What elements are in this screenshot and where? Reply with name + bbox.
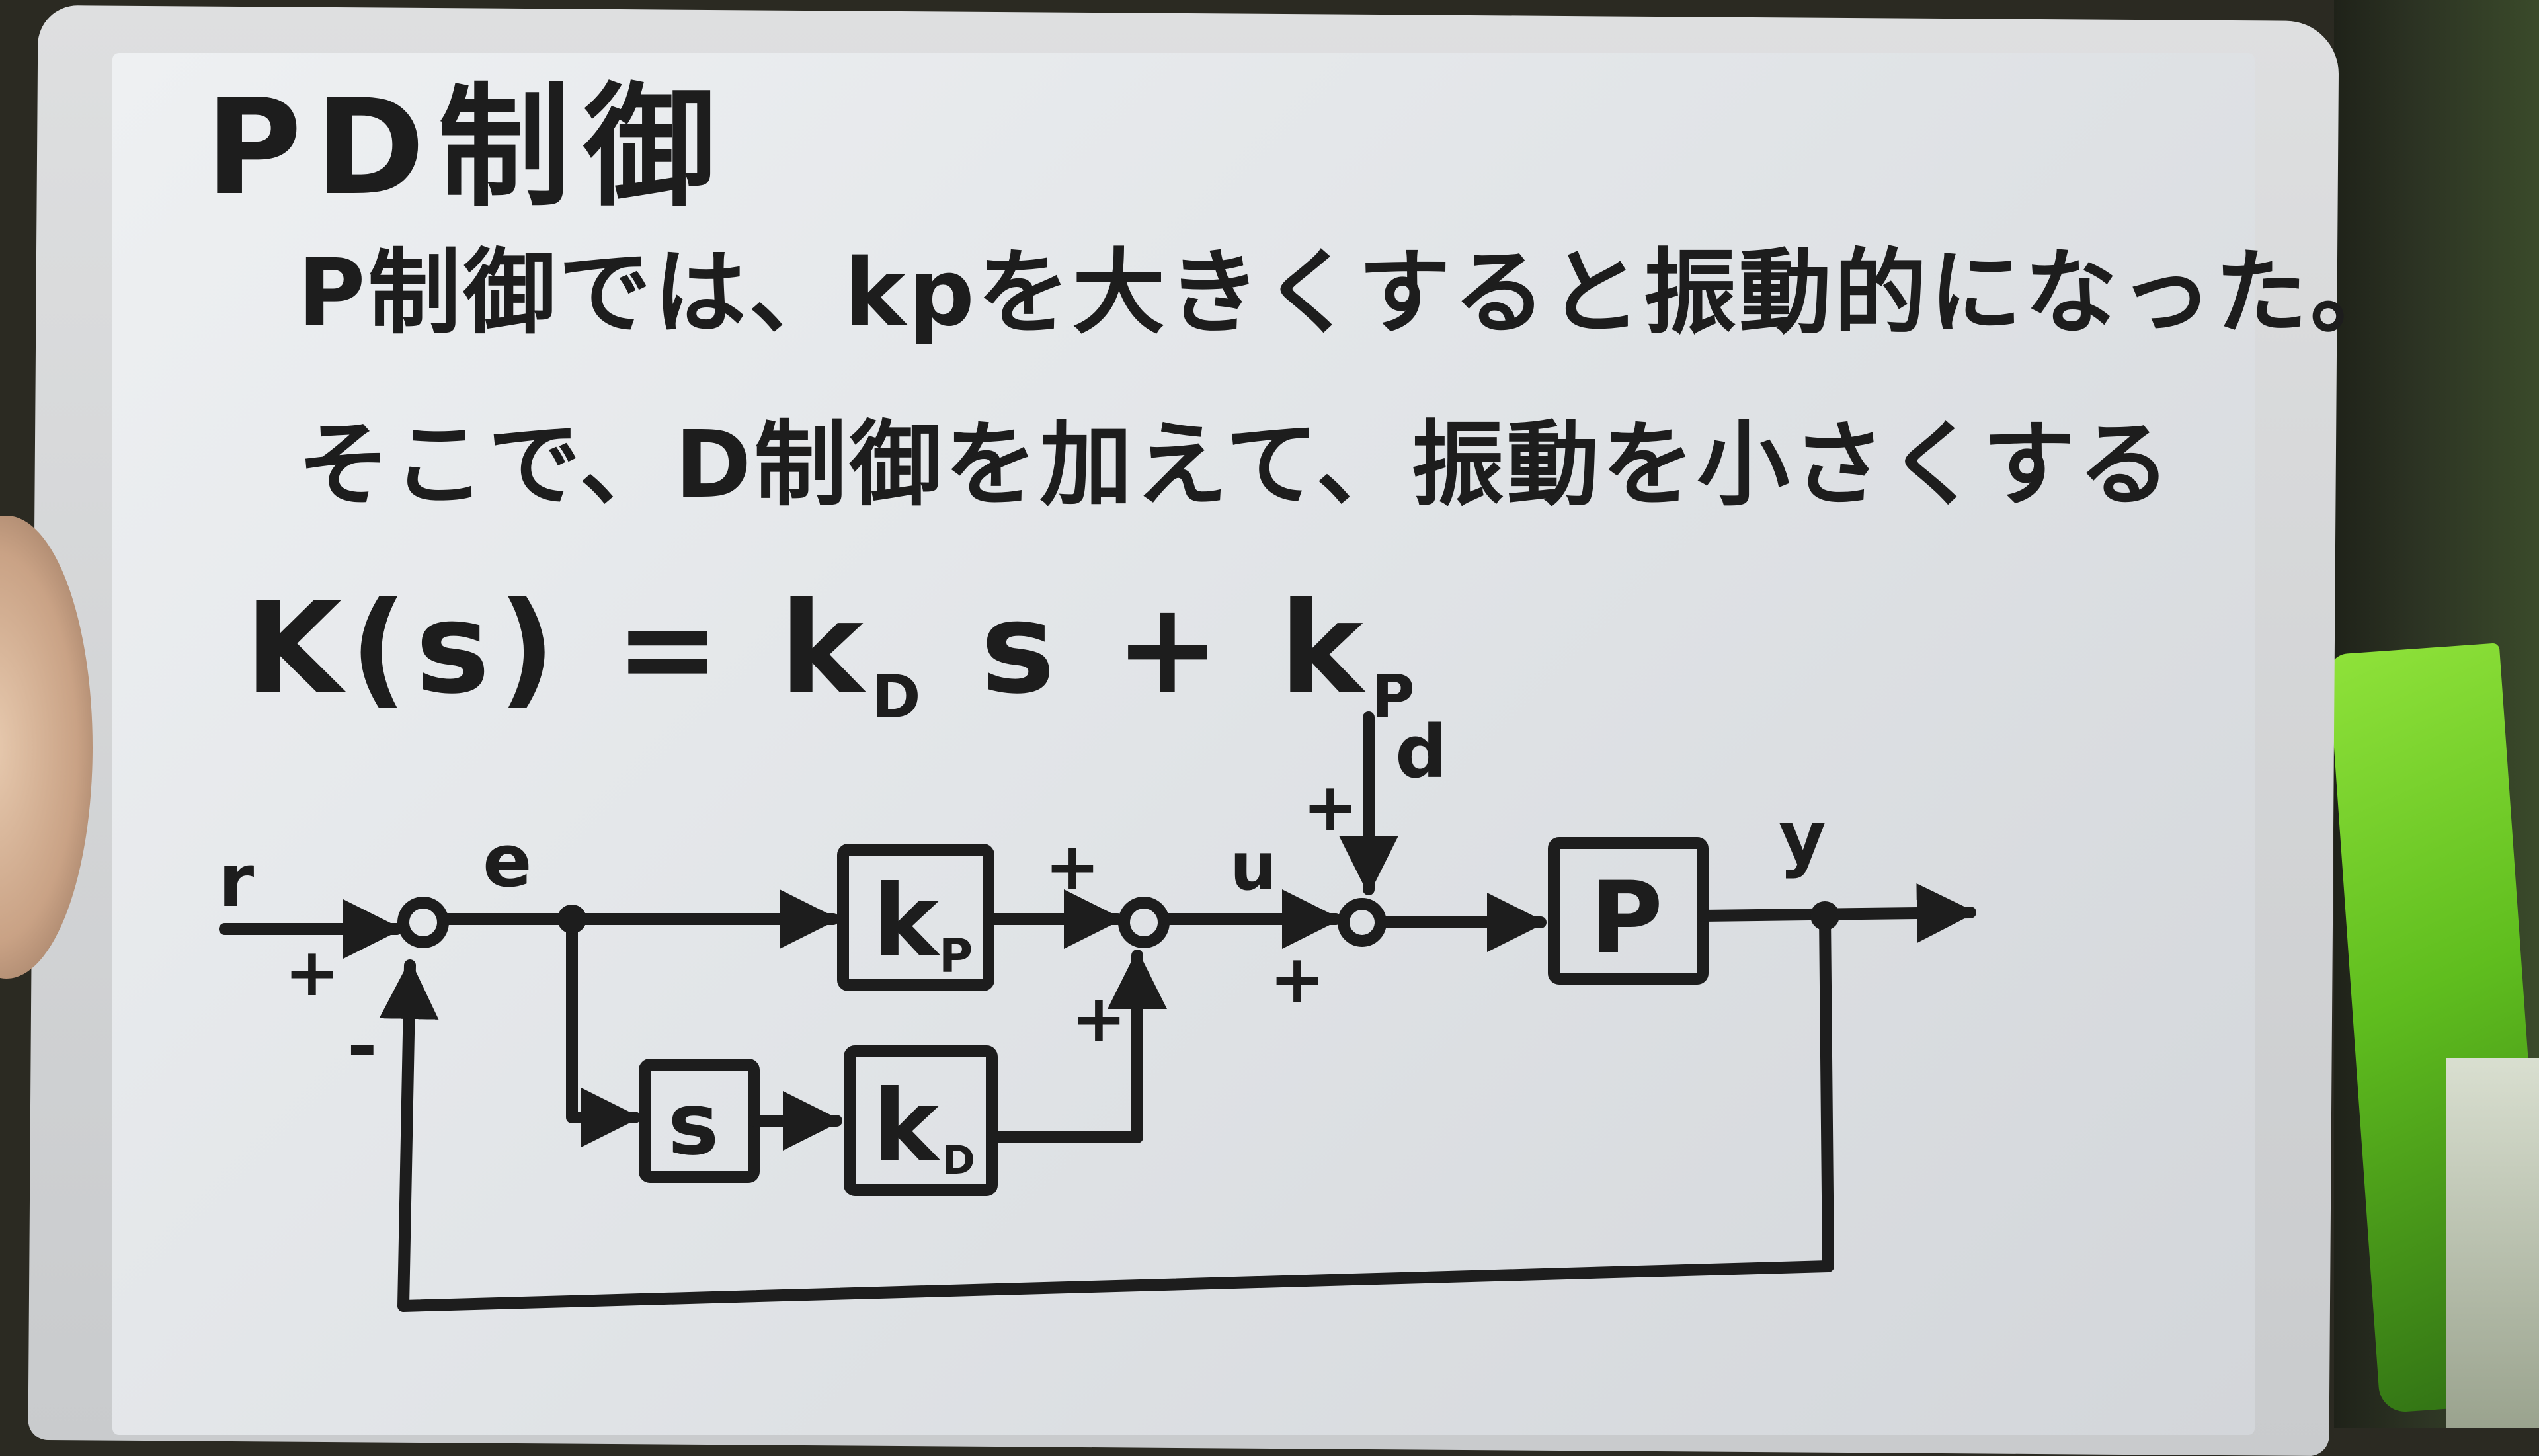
sign-sum1-feedback: -: [347, 1004, 378, 1088]
branch-point-y: [1810, 901, 1839, 930]
block-kd-main: k: [873, 1069, 941, 1184]
block-plant-label: P: [1590, 861, 1663, 976]
sign-sum2-kd: +: [1071, 980, 1127, 1057]
signal-d-label: d: [1395, 709, 1447, 794]
block-diagram: k P s k D P r e u d y + - + + + +: [218, 709, 1976, 1312]
block-s-label: s: [668, 1074, 719, 1174]
sign-sum3-u: +: [1270, 940, 1325, 1018]
block-kp-sub: P: [939, 929, 973, 983]
sign-sum1-ref: +: [284, 934, 340, 1011]
signal-e-label: e: [483, 819, 532, 903]
wire-to-s: [566, 913, 641, 1147]
sum-junction-1: [397, 897, 449, 948]
signal-r-label: r: [218, 838, 254, 923]
signal-u-label: u: [1230, 828, 1277, 905]
sign-sum3-d: +: [1303, 768, 1358, 846]
sum-junction-3: [1338, 898, 1387, 947]
branch-point-e: [557, 905, 586, 934]
block-kd-sub: D: [942, 1137, 975, 1184]
block-kp-main: k: [873, 864, 941, 979]
sum-junction-2: [1118, 897, 1170, 948]
sign-sum2-kp: +: [1045, 828, 1100, 905]
signal-y-label: y: [1779, 795, 1826, 880]
photo-scene: PD制御 P制御では、kpを大きくすると振動的になった。 そこで、D制御を加えて…: [0, 0, 2539, 1456]
